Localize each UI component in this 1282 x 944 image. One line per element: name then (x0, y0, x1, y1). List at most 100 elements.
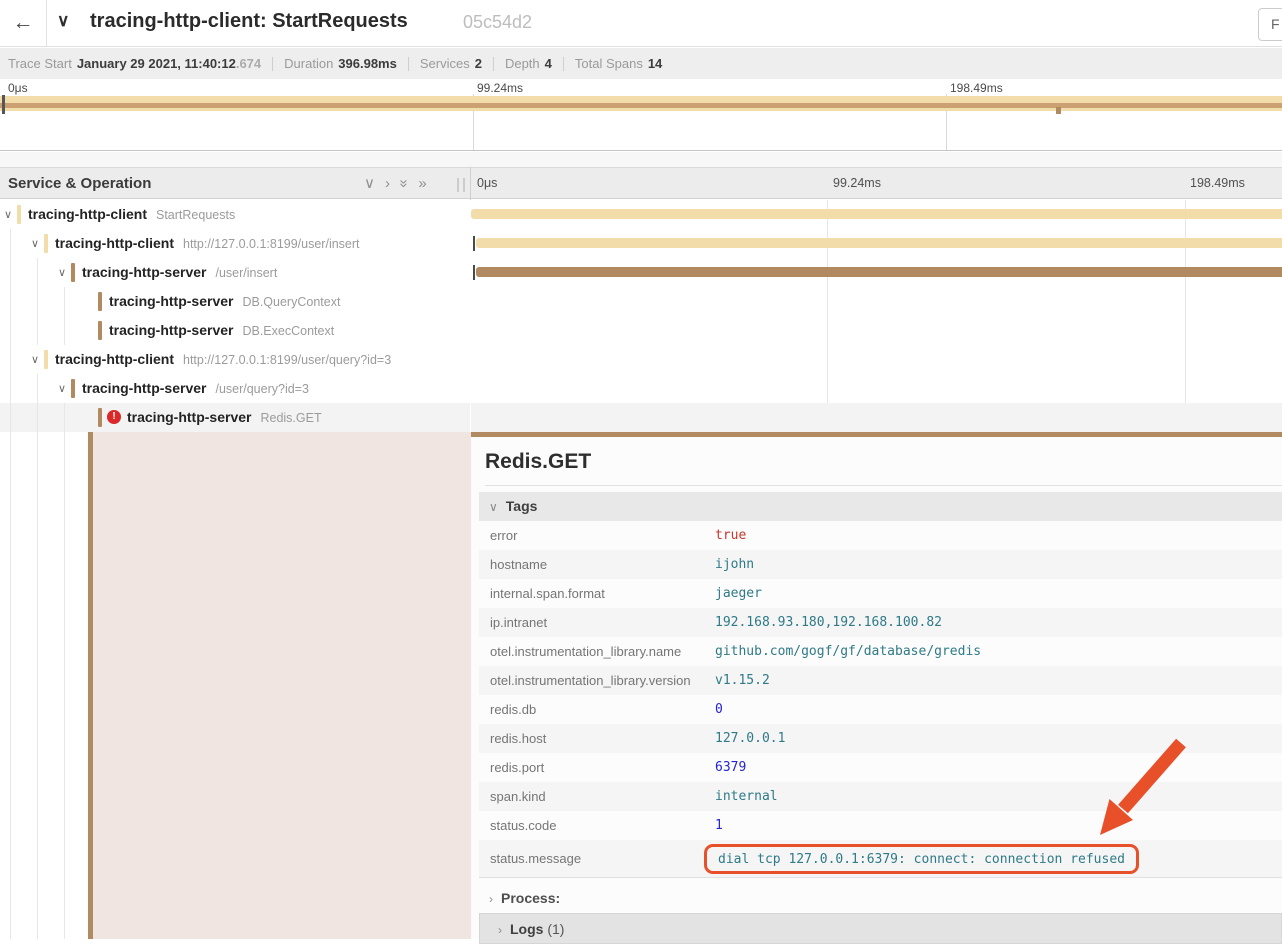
span-tree-row[interactable]: tracing-http-serverDB.QueryContext (0, 287, 470, 316)
span-tree-row[interactable]: ∨tracing-http-clientStartRequests (0, 200, 470, 229)
services-value: 2 (475, 56, 482, 71)
total-spans-value: 14 (648, 56, 662, 71)
span-collapse-chevron-icon[interactable]: ∨ (58, 266, 66, 279)
tag-value: github.com/gogf/gf/database/gredis (715, 644, 981, 659)
expand-all-icon[interactable]: » (418, 176, 426, 191)
back-button[interactable]: ← (0, 0, 47, 46)
operation-name: /user/insert (215, 266, 277, 280)
tag-row: errortrue (479, 521, 1282, 550)
span-tree-row[interactable]: tracing-http-serverDB.ExecContext (0, 316, 470, 345)
span-timeline-row[interactable] (471, 200, 1282, 229)
span-timeline-row[interactable] (471, 403, 1282, 432)
process-section-header[interactable]: ›Process: (479, 885, 1282, 912)
service-name: tracing-http-clienthttp://127.0.0.1:8199… (55, 351, 391, 367)
span-duration-bar[interactable] (476, 238, 1282, 248)
divider (479, 877, 1282, 878)
indent-guide (10, 345, 11, 374)
span-collapse-chevron-icon[interactable]: ∨ (4, 208, 12, 221)
trace-minimap[interactable]: 0μs 99.24ms 198.49ms (0, 79, 1282, 151)
timeline-tick-1: 99.24ms (833, 176, 881, 190)
logs-label: Logs (510, 921, 543, 937)
span-collapse-chevron-icon[interactable]: ∨ (31, 353, 39, 366)
indent-guide (10, 258, 11, 287)
span-tree-row[interactable]: ∨ tracing-http-server/user/query?id=3 (0, 374, 470, 403)
span-start-tick (473, 265, 475, 280)
tag-row: otel.instrumentation_library.versionv1.1… (479, 666, 1282, 695)
service-name: tracing-http-serverDB.QueryContext (109, 293, 340, 309)
trace-collapse-chevron-icon[interactable]: ∨ (57, 11, 69, 31)
span-tree-row[interactable]: ∨tracing-http-clienthttp://127.0.0.1:819… (0, 229, 470, 258)
span-tree-row[interactable]: !tracing-http-serverRedis.GET (0, 403, 470, 432)
service-operation-header: Service & Operation (8, 175, 151, 192)
span-timeline-row[interactable] (471, 316, 1282, 345)
duration-label: Duration (284, 56, 333, 71)
span-rows-area: ∨tracing-http-clientStartRequests∨tracin… (0, 200, 1282, 432)
minimap-tick-0: 0μs (8, 81, 28, 95)
indent-guide (37, 432, 38, 939)
indent-guide (64, 403, 65, 432)
timeline-tick-2: 198.49ms (1190, 176, 1245, 190)
operation-name: /user/query?id=3 (215, 382, 308, 396)
tag-row: internal.span.formatjaeger (479, 579, 1282, 608)
span-duration-bar[interactable] (471, 209, 1282, 219)
tag-key: status.code (479, 818, 715, 833)
tags-table: errortruehostnameijohninternal.span.form… (479, 521, 1282, 877)
tag-row: hostnameijohn (479, 550, 1282, 579)
indent-guide (10, 229, 11, 258)
tag-key: ip.intranet (479, 615, 715, 630)
span-timeline-row[interactable] (471, 345, 1282, 374)
service-name: tracing-http-serverRedis.GET (127, 409, 322, 425)
tag-row: status.code1 (479, 811, 1282, 840)
indent-guide (10, 403, 11, 432)
span-collapse-chevron-icon[interactable]: ∨ (31, 237, 39, 250)
service-name: tracing-http-server/user/query?id=3 (82, 380, 309, 396)
collapse-all-icon[interactable]: » (397, 179, 412, 187)
span-tree-row[interactable]: ∨ tracing-http-clienthttp://127.0.0.1:819… (0, 345, 470, 374)
trace-start-value: January 29 2021, 11:40:12 (77, 56, 236, 71)
tag-key: status.message (479, 851, 715, 866)
tag-row: span.kindinternal (479, 782, 1282, 811)
find-button-partial[interactable]: F (1258, 8, 1282, 41)
indent-guide (37, 374, 38, 403)
span-timeline-row[interactable] (471, 374, 1282, 403)
chevron-right-icon: › (489, 892, 493, 906)
tag-key: redis.db (479, 702, 715, 717)
indent-guide (10, 432, 11, 939)
span-timeline-row[interactable] (471, 287, 1282, 316)
services-label: Services (420, 56, 470, 71)
stats-divider (563, 57, 564, 71)
minimap-scrubber-handle[interactable] (2, 95, 5, 114)
total-spans-label: Total Spans (575, 56, 643, 71)
tag-value: 6379 (715, 760, 746, 775)
tag-key: redis.port (479, 760, 715, 775)
span-collapse-chevron-icon[interactable]: ∨ (58, 382, 66, 395)
indent-guide (37, 316, 38, 345)
expand-one-icon[interactable]: › (385, 176, 390, 191)
stats-divider (408, 57, 409, 71)
operation-name: DB.QueryContext (242, 295, 340, 309)
spacer (0, 152, 1282, 167)
span-timeline-row[interactable] (471, 229, 1282, 258)
span-duration-bar[interactable] (476, 267, 1282, 277)
tag-key: span.kind (479, 789, 715, 804)
tag-value: 0 (715, 702, 723, 717)
detail-left-gutter (0, 432, 88, 939)
timeline-header: Service & Operation ∨ › » » 0μs 99.24ms … (0, 167, 1282, 199)
operation-name: DB.ExecContext (242, 324, 334, 338)
span-detail-panel: Redis.GET ∨Tags errortruehostnameijohnin… (471, 432, 1282, 939)
service-color-bar (98, 321, 102, 340)
indent-guide (64, 287, 65, 316)
tags-section-header[interactable]: ∨Tags (479, 492, 1282, 521)
minimap-span-mark (1056, 107, 1061, 114)
duration-value: 396.98ms (338, 56, 397, 71)
collapse-one-icon[interactable]: ∨ (364, 176, 375, 191)
span-timeline-row[interactable] (471, 258, 1282, 287)
logs-section-header[interactable]: ›Logs (1) (479, 913, 1282, 944)
depth-value: 4 (545, 56, 552, 71)
span-tree-row[interactable]: ∨ tracing-http-server/user/insert (0, 258, 470, 287)
column-resizer-handle[interactable] (457, 178, 465, 192)
service-color-bar (98, 292, 102, 311)
tag-row: redis.host127.0.0.1 (479, 724, 1282, 753)
tag-row: status.messagedial tcp 127.0.0.1:6379: c… (479, 840, 1282, 877)
service-name: tracing-http-server/user/insert (82, 264, 277, 280)
